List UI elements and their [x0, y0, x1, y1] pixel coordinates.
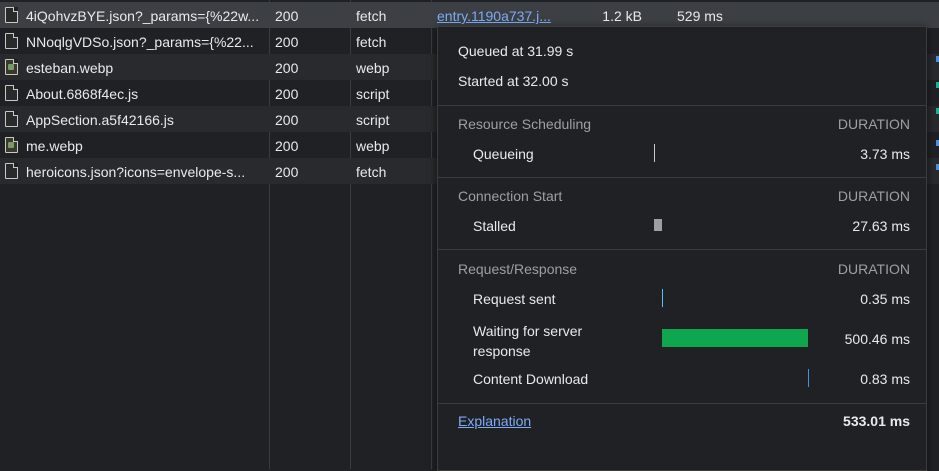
request-type: fetch	[356, 34, 387, 50]
divider	[438, 249, 926, 250]
request-type: fetch	[356, 164, 387, 180]
request-name[interactable]: me.webp	[26, 132, 266, 158]
request-type: webp	[356, 138, 390, 154]
stalled-bar	[654, 219, 662, 231]
request-status: 200	[275, 138, 299, 154]
request-name[interactable]: NNoqlgVDSo.json?_params={%22...	[26, 28, 266, 54]
image-file-icon	[5, 59, 18, 75]
section-title-connection-start: Connection Start	[458, 188, 563, 204]
timing-row-duration: 0.83 ms	[860, 371, 910, 387]
file-icon	[5, 85, 18, 101]
request-status: 200	[275, 8, 299, 24]
request-type: webp	[356, 60, 390, 76]
divider	[438, 105, 926, 106]
explanation-link[interactable]: Explanation	[458, 413, 531, 429]
divider	[438, 177, 926, 178]
content-download-bar	[808, 369, 809, 387]
timing-row-label: Waiting for server response	[473, 323, 583, 359]
timing-row-duration: 500.46 ms	[844, 331, 910, 347]
file-icon	[5, 111, 18, 127]
request-name[interactable]: esteban.webp	[26, 54, 266, 80]
started-at-text: Started at 32.00 s	[458, 73, 569, 89]
request-status: 200	[275, 112, 299, 128]
timing-popover: Queued at 31.99 s Started at 32.00 s Res…	[437, 26, 927, 471]
file-icon	[5, 7, 18, 23]
duration-header: DURATION	[837, 188, 910, 204]
image-file-icon	[5, 137, 18, 153]
timing-row-label: Request sent	[473, 291, 556, 307]
timing-row-label: Stalled	[473, 218, 516, 234]
section-title-resource-scheduling: Resource Scheduling	[458, 116, 592, 132]
request-type: script	[356, 86, 390, 102]
request-status: 200	[275, 86, 299, 102]
timing-row-duration: 3.73 ms	[860, 146, 910, 162]
request-status: 200	[275, 60, 299, 76]
timing-row-duration: 27.63 ms	[852, 218, 910, 234]
divider	[438, 403, 926, 404]
duration-header: DURATION	[837, 116, 910, 132]
request-size: 1.2 kB	[602, 8, 642, 24]
table-row-selected[interactable]: 4iQohvzBYE.json?_params={%22w... 200 fet…	[0, 2, 939, 28]
timing-row-label: Queueing	[473, 146, 534, 162]
request-initiator-link[interactable]: entry.1190a737.j...	[437, 2, 562, 28]
request-sent-bar	[662, 289, 663, 307]
total-duration: 533.01 ms	[843, 413, 910, 429]
duration-header: DURATION	[837, 261, 910, 277]
request-name[interactable]: 4iQohvzBYE.json?_params={%22w...	[26, 2, 266, 28]
section-title-request-response: Request/Response	[458, 261, 578, 277]
request-name[interactable]: About.6868f4ec.js	[26, 80, 266, 106]
request-status: 200	[275, 164, 299, 180]
timing-row-label: Content Download	[473, 371, 589, 387]
queueing-bar	[654, 144, 655, 162]
file-icon	[5, 33, 18, 49]
request-name[interactable]: AppSection.a5f42166.js	[26, 106, 266, 132]
request-type: script	[356, 112, 390, 128]
request-status: 200	[275, 34, 299, 50]
queued-at-text: Queued at 31.99 s	[458, 43, 574, 59]
timing-row-duration: 0.35 ms	[860, 291, 910, 307]
request-time: 529 ms	[677, 8, 723, 24]
waiting-bar	[662, 329, 808, 347]
request-type: fetch	[356, 8, 387, 24]
file-icon	[5, 163, 18, 179]
request-name[interactable]: heroicons.json?icons=envelope-s...	[26, 158, 266, 184]
